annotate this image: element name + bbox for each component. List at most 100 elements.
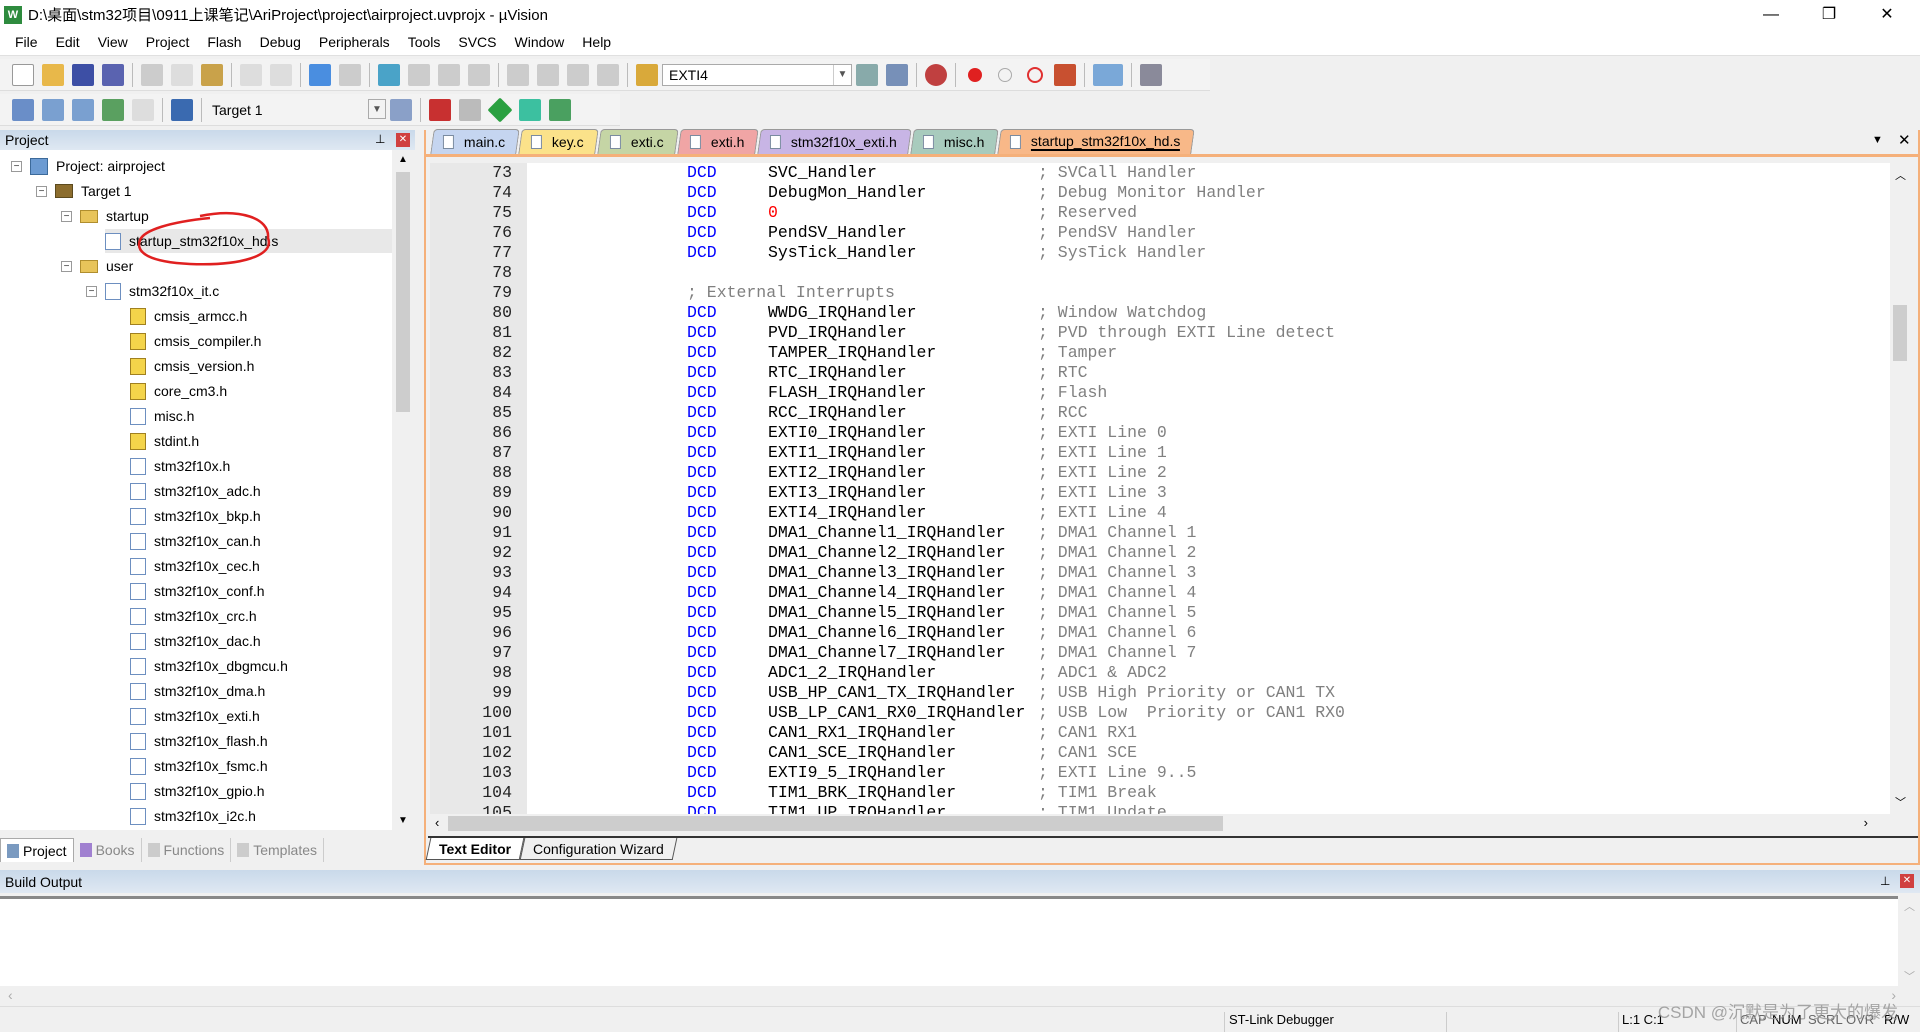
- tab-startup-stm32f10x-hd-s[interactable]: startup_stm32f10x_hd.s: [997, 129, 1196, 154]
- scrollbar-thumb[interactable]: [396, 172, 410, 412]
- collapse-toggle[interactable]: −: [61, 211, 72, 222]
- bookmark-icon[interactable]: [378, 63, 400, 86]
- tree-item[interactable]: stm32f10x_i2c.h: [130, 804, 256, 828]
- tree-item[interactable]: stm32f10x_adc.h: [130, 479, 261, 503]
- scrollbar-thumb[interactable]: [448, 816, 1223, 831]
- unindent-icon[interactable]: [537, 63, 559, 86]
- scroll-down-icon[interactable]: ▼: [398, 815, 408, 826]
- project-tree-scrollbar[interactable]: ▲ ▼: [392, 150, 414, 830]
- breakpoint-icon[interactable]: [968, 67, 982, 82]
- manage-multi-project-icon[interactable]: [459, 98, 481, 121]
- tree-item[interactable]: stm32f10x_crc.h: [130, 604, 257, 628]
- pack-installer-icon[interactable]: [549, 98, 571, 121]
- close-panel-icon[interactable]: ✕: [1900, 874, 1914, 888]
- collapse-toggle[interactable]: −: [61, 261, 72, 272]
- scroll-up-icon[interactable]: ︿: [1895, 167, 1906, 183]
- nav-forward-icon[interactable]: [339, 63, 361, 86]
- copy-icon[interactable]: [171, 63, 193, 86]
- batch-build-icon[interactable]: [102, 98, 124, 121]
- menu-flash[interactable]: Flash: [198, 34, 250, 50]
- options-for-target-icon[interactable]: [390, 98, 412, 121]
- menu-view[interactable]: View: [89, 34, 137, 50]
- select-packs-icon[interactable]: [519, 98, 541, 121]
- menu-file[interactable]: File: [6, 34, 47, 50]
- tree-item[interactable]: Target 1: [55, 179, 132, 203]
- new-file-icon[interactable]: [12, 63, 34, 86]
- tab-configuration-wizard[interactable]: Configuration Wizard: [519, 838, 678, 860]
- build-output-vertical-scrollbar[interactable]: ︿ ﹀: [1898, 896, 1920, 986]
- stop-build-icon[interactable]: [132, 98, 154, 121]
- build-icon[interactable]: [42, 98, 64, 121]
- chevron-down-icon[interactable]: ▼: [833, 64, 851, 85]
- tab-stm32f10x-exti-h[interactable]: stm32f10x_exti.h: [757, 129, 912, 154]
- prev-bookmark-icon[interactable]: [408, 63, 430, 86]
- tree-item[interactable]: stm32f10x_bkp.h: [130, 504, 261, 528]
- next-bookmark-icon[interactable]: [438, 63, 460, 86]
- tab-key-c[interactable]: key.c: [518, 129, 599, 154]
- code-editor[interactable]: 73 DCD SVC_Handler ; SVCall Handler 74 DCD Deb…: [430, 163, 1890, 814]
- collapse-toggle[interactable]: −: [36, 186, 47, 197]
- rebuild-icon[interactable]: [72, 98, 94, 121]
- nav-back-icon[interactable]: [309, 63, 331, 86]
- tab-main-c[interactable]: main.c: [430, 129, 520, 154]
- scroll-down-icon[interactable]: ﹀: [1895, 794, 1906, 810]
- scroll-up-icon[interactable]: ▲: [398, 154, 408, 165]
- tab-books[interactable]: Books: [74, 838, 142, 862]
- tree-item[interactable]: stm32f10x_dac.h: [130, 629, 261, 653]
- tab-project[interactable]: Project: [0, 838, 74, 862]
- menu-help[interactable]: Help: [573, 34, 620, 50]
- pin-icon[interactable]: ⊥: [1880, 874, 1890, 888]
- manage-project-items-icon[interactable]: [429, 98, 451, 121]
- chevron-down-icon[interactable]: ▼: [368, 98, 386, 119]
- menu-project[interactable]: Project: [137, 34, 199, 50]
- find-icon[interactable]: [856, 63, 878, 86]
- window-layout-icon[interactable]: [1093, 63, 1123, 86]
- disable-breakpoint-icon[interactable]: [998, 67, 1012, 82]
- minimize-button[interactable]: —: [1742, 0, 1800, 29]
- tree-item[interactable]: core_cm3.h: [130, 379, 227, 403]
- tree-item[interactable]: cmsis_compiler.h: [130, 329, 261, 353]
- tree-item[interactable]: stm32f10x_dma.h: [130, 679, 265, 703]
- target-combo[interactable]: Target 1 ▼: [206, 98, 386, 121]
- menu-edit[interactable]: Edit: [47, 34, 89, 50]
- close-tab-icon[interactable]: ✕: [1898, 131, 1911, 149]
- scroll-down-icon[interactable]: ﹀: [1904, 968, 1915, 984]
- comment-icon[interactable]: [567, 63, 589, 86]
- tab-exti-h[interactable]: exti.h: [676, 129, 759, 154]
- scrollbar-thumb[interactable]: [1893, 305, 1907, 361]
- undo-icon[interactable]: [240, 63, 262, 86]
- paste-icon[interactable]: [201, 63, 223, 86]
- tree-item[interactable]: stm32f10x_conf.h: [130, 579, 265, 603]
- debug-session-icon[interactable]: [925, 63, 947, 86]
- menu-svcs[interactable]: SVCS: [449, 34, 505, 50]
- breakpoints-menu-icon[interactable]: [1054, 63, 1076, 86]
- scroll-up-icon[interactable]: ︿: [1904, 898, 1915, 914]
- collapse-toggle[interactable]: −: [11, 161, 22, 172]
- tree-item[interactable]: stm32f10x_cec.h: [130, 554, 260, 578]
- tree-item[interactable]: stm32f10x_can.h: [130, 529, 261, 553]
- open-file-icon[interactable]: [42, 63, 64, 86]
- menu-window[interactable]: Window: [506, 34, 574, 50]
- scroll-right-icon[interactable]: ›: [1864, 815, 1868, 830]
- kill-breakpoints-icon[interactable]: [1027, 66, 1043, 83]
- tree-item[interactable]: cmsis_armcc.h: [130, 304, 247, 328]
- tree-item[interactable]: stm32f10x_dbgmcu.h: [130, 654, 288, 678]
- build-output-text[interactable]: [0, 896, 1898, 986]
- tree-item[interactable]: Project: airproject: [30, 154, 165, 178]
- tree-item[interactable]: stm32f10x_exti.h: [130, 704, 260, 728]
- pin-icon[interactable]: ⊥: [375, 132, 385, 146]
- tab-functions[interactable]: Functions: [142, 838, 232, 862]
- translate-icon[interactable]: [12, 98, 34, 121]
- load-icon[interactable]: [171, 98, 193, 121]
- restore-button[interactable]: ❐: [1800, 0, 1858, 29]
- tab-misc-h[interactable]: misc.h: [910, 129, 1000, 154]
- clear-bookmarks-icon[interactable]: [468, 63, 490, 86]
- close-panel-icon[interactable]: ✕: [396, 133, 410, 147]
- tree-item[interactable]: user: [80, 254, 133, 278]
- indent-icon[interactable]: [507, 63, 529, 86]
- configure-icon[interactable]: [1140, 63, 1162, 86]
- scroll-left-icon[interactable]: ‹: [435, 815, 439, 830]
- tab-text-editor[interactable]: Text Editor: [425, 838, 525, 860]
- tree-item[interactable]: cmsis_version.h: [130, 354, 254, 378]
- tab-exti-c[interactable]: exti.c: [597, 129, 679, 154]
